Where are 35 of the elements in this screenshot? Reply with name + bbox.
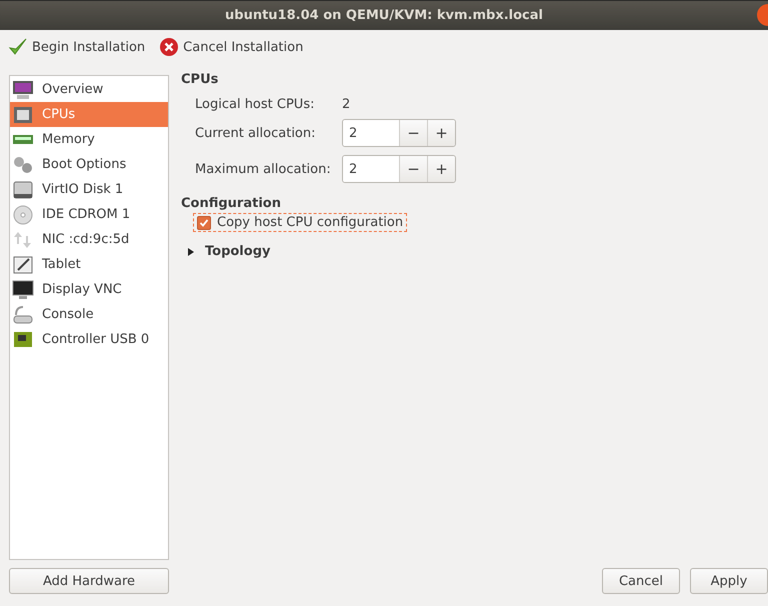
sidebar-item[interactable]: Tablet	[10, 252, 168, 277]
sidebar-item[interactable]: Memory	[10, 127, 168, 152]
tablet-icon	[12, 254, 34, 274]
cancel-button[interactable]: Cancel	[602, 568, 680, 594]
sidebar-item[interactable]: Console	[10, 302, 168, 327]
field-label: Logical host CPUs:	[195, 96, 316, 112]
copy-host-checkbox[interactable]: Copy host CPU configuration	[193, 213, 408, 232]
add-hardware-button[interactable]: Add Hardware	[9, 568, 169, 594]
checkbox[interactable]	[197, 216, 211, 230]
sidebar-item[interactable]: VirtIO Disk 1	[10, 177, 168, 202]
field-value: 2	[342, 96, 350, 112]
display-icon	[12, 280, 34, 300]
checkmark-icon	[8, 37, 28, 57]
apply-button[interactable]: Apply	[690, 568, 768, 594]
field-label: Current allocation:	[195, 126, 316, 140]
sidebar-item[interactable]: Display VNC	[10, 277, 168, 302]
section-heading: Configuration	[181, 196, 282, 211]
sidebar-item[interactable]: IDE CDROM 1	[10, 202, 168, 227]
card-icon	[12, 330, 34, 350]
sidebar-item[interactable]: Boot Options	[10, 152, 168, 177]
toolbar-button[interactable]: Begin Installation	[6, 35, 148, 59]
close-icon[interactable]	[754, 2, 768, 28]
cpu-icon	[12, 104, 34, 124]
sidebar-item[interactable]: Controller USB 0	[10, 327, 168, 352]
section-heading: CPUs	[181, 72, 220, 87]
close-icon	[159, 37, 180, 57]
field-label: Maximum allocation:	[195, 162, 332, 176]
cdrom-icon	[12, 204, 34, 224]
window-title: ubuntu18.04 on QEMU/KVM: kvm.mbx.local	[225, 8, 543, 23]
sidebar-item[interactable]: Overview	[10, 77, 168, 102]
network-icon	[12, 230, 34, 250]
topology-expander[interactable]: Topology	[187, 244, 768, 259]
sidebar-item[interactable]: NIC :cd:9c:5d	[10, 227, 168, 252]
toolbar-button[interactable]: Cancel Installation	[157, 35, 306, 59]
monitor-icon	[12, 80, 34, 100]
